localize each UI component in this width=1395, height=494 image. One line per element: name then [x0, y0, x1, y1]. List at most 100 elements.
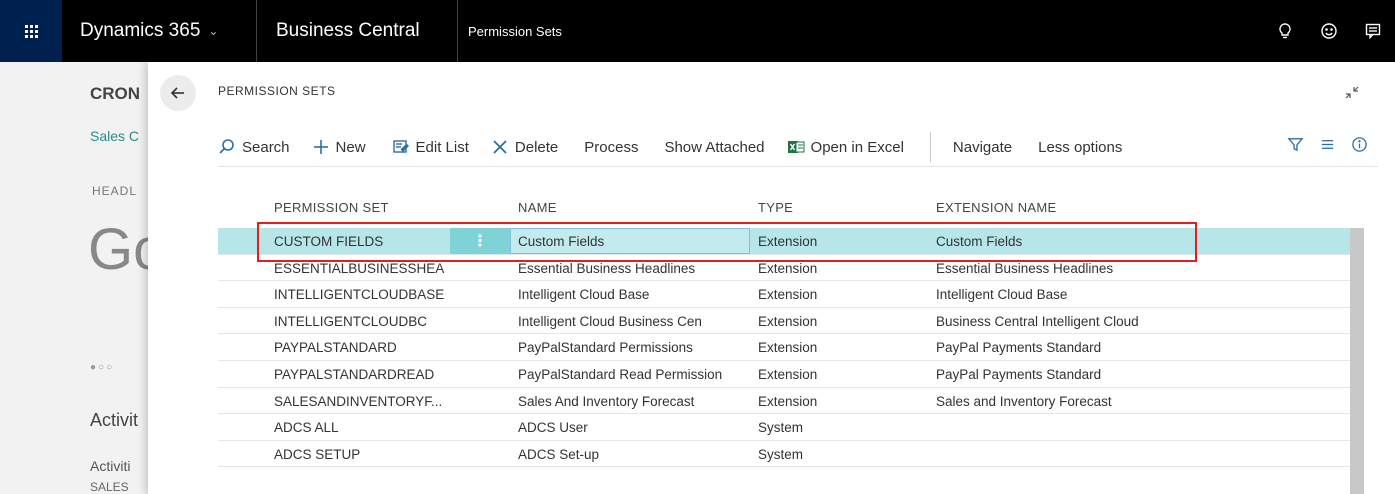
- new-label: New: [335, 138, 366, 156]
- table-row[interactable]: ADCS SETUP ADCS Set-up System: [218, 441, 1350, 468]
- column-header-type[interactable]: TYPE: [758, 200, 793, 215]
- edit-list-icon: [392, 140, 409, 153]
- collapse-icon: [1345, 86, 1359, 99]
- action-separator: [929, 132, 931, 162]
- cell-permission-set[interactable]: PAYPALSTANDARDREAD: [274, 367, 434, 382]
- lightbulb-button[interactable]: [1263, 0, 1307, 62]
- filter-icon: [1286, 138, 1304, 152]
- table-row[interactable]: PAYPALSTANDARDREAD PayPalStandard Read P…: [218, 361, 1350, 388]
- less-options-button[interactable]: Less options: [1038, 139, 1122, 156]
- open-in-excel-label: Open in Excel: [810, 138, 904, 156]
- cell-type: Extension: [758, 260, 818, 276]
- info-icon: [1351, 137, 1367, 152]
- show-attached-label: Show Attached: [664, 138, 765, 156]
- carousel-dots[interactable]: ●○○: [90, 362, 114, 373]
- delete-icon: [493, 140, 507, 154]
- chat-button[interactable]: [1351, 0, 1395, 62]
- app-name-label: Business Central: [276, 20, 420, 41]
- permission-sets-panel: PERMISSION SETS Search New Edit List Del…: [148, 62, 1395, 494]
- column-header-extension-name[interactable]: EXTENSION NAME: [936, 200, 1057, 215]
- arrow-left-icon: [170, 87, 184, 99]
- waffle-icon: [24, 24, 38, 38]
- cell-name: PayPalStandard Read Permission: [518, 366, 723, 382]
- app-launcher-button[interactable]: [0, 0, 62, 62]
- headline-label: HEADL: [92, 184, 138, 198]
- smiley-icon: [1321, 23, 1337, 39]
- sales-label: SALES: [90, 480, 129, 494]
- process-label: Process: [584, 138, 639, 156]
- cell-name: Intelligent Cloud Base: [518, 287, 650, 303]
- collapse-button[interactable]: [1343, 84, 1361, 102]
- table-body: ⋮ CUSTOM FIELDS Custom Fields Extension …: [218, 228, 1350, 468]
- list-view-button[interactable]: [1311, 136, 1343, 153]
- product-name: Dynamics 365: [80, 20, 201, 41]
- cell-type: Extension: [758, 366, 818, 382]
- cell-name: Intelligent Cloud Business Cen: [518, 313, 702, 329]
- new-button[interactable]: New: [312, 138, 366, 156]
- open-in-excel-button[interactable]: Open in Excel: [787, 138, 904, 156]
- process-menu[interactable]: Process: [584, 139, 638, 156]
- info-button[interactable]: [1343, 136, 1375, 153]
- table-row[interactable]: ESSENTIALBUSINESSHEA Essential Business …: [218, 255, 1350, 282]
- delete-button[interactable]: Delete: [491, 138, 558, 156]
- activities-subtitle: Activiti: [90, 458, 131, 474]
- cell-extension-name: PayPal Payments Standard: [936, 340, 1102, 356]
- row-menu-button[interactable]: ⋮: [450, 228, 510, 254]
- feedback-smiley-button[interactable]: [1307, 0, 1351, 62]
- app-name[interactable]: Business Central: [258, 0, 458, 62]
- list-icon: [1321, 140, 1333, 149]
- lightbulb-icon: [1279, 23, 1291, 39]
- table-row[interactable]: SALESANDINVENTORYF... Sales And Inventor…: [218, 388, 1350, 415]
- scrollbar[interactable]: [1350, 228, 1364, 494]
- less-options-label: Less options: [1038, 138, 1123, 156]
- cell-type: System: [758, 420, 804, 436]
- column-header-permission-set[interactable]: PERMISSION SET: [274, 200, 389, 215]
- cell-permission-set[interactable]: INTELLIGENTCLOUDBASE: [274, 287, 444, 302]
- column-header-name[interactable]: NAME: [518, 200, 557, 215]
- excel-icon: [787, 141, 805, 153]
- show-attached-button[interactable]: Show Attached: [664, 139, 764, 156]
- table-row[interactable]: PAYPALSTANDARD PayPalStandard Permission…: [218, 334, 1350, 361]
- action-bar: Search New Edit List Delete Process Show…: [218, 132, 1148, 162]
- back-button[interactable]: [160, 75, 196, 111]
- table-row[interactable]: ⋮ CUSTOM FIELDS Custom Fields Extension …: [218, 228, 1350, 255]
- activities-title: Activit: [90, 410, 139, 430]
- cell-permission-set[interactable]: ADCS SETUP: [274, 447, 360, 462]
- table-header: PERMISSION SET NAME TYPE EXTENSION NAME: [218, 192, 1348, 222]
- product-switcher[interactable]: Dynamics 365 ⌄: [62, 0, 257, 62]
- edit-list-label: Edit List: [415, 138, 469, 156]
- cell-name[interactable]: Custom Fields: [518, 234, 604, 249]
- top-bar-icons: [1263, 0, 1395, 62]
- table-row[interactable]: ADCS ALL ADCS User System: [218, 414, 1350, 441]
- cell-permission-set[interactable]: ADCS ALL: [274, 420, 339, 435]
- cell-permission-set[interactable]: CUSTOM FIELDS: [274, 234, 383, 249]
- cell-permission-set[interactable]: ESSENTIALBUSINESSHEA: [274, 261, 444, 276]
- cell-name: ADCS Set-up: [518, 446, 600, 462]
- cell-permission-set[interactable]: SALESANDINVENTORYF...: [274, 394, 442, 409]
- plus-icon: [313, 140, 328, 154]
- navigate-label: Navigate: [952, 138, 1013, 156]
- navigate-menu[interactable]: Navigate: [953, 139, 1012, 156]
- sales-link[interactable]: Sales C: [90, 128, 139, 144]
- cell-extension-name: Business Central Intelligent Cloud: [936, 313, 1139, 329]
- cell-name: ADCS User: [518, 420, 588, 436]
- page-breadcrumb: Permission Sets: [458, 0, 562, 62]
- cell-permission-set[interactable]: INTELLIGENTCLOUDBC: [274, 314, 427, 329]
- cell-extension-name: Custom Fields: [936, 234, 1023, 249]
- action-bar-divider: [218, 166, 1378, 167]
- search-button[interactable]: Search: [218, 138, 290, 156]
- cell-name: Essential Business Headlines: [518, 260, 696, 276]
- edit-list-button[interactable]: Edit List: [392, 138, 469, 156]
- cell-permission-set[interactable]: PAYPALSTANDARD: [274, 340, 397, 355]
- chat-icon: [1365, 23, 1381, 40]
- cell-extension-name: PayPal Payments Standard: [936, 366, 1102, 382]
- cell-type: Extension: [758, 287, 818, 303]
- table-row[interactable]: INTELLIGENTCLOUDBASE Intelligent Cloud B…: [218, 281, 1350, 308]
- table-row[interactable]: INTELLIGENTCLOUDBC Intelligent Cloud Bus…: [218, 308, 1350, 335]
- top-bar: Dynamics 365 ⌄ Business Central Permissi…: [0, 0, 1395, 62]
- cell-type: Extension: [758, 393, 818, 409]
- cell-type: Extension: [758, 234, 818, 249]
- cell-type: Extension: [758, 340, 818, 356]
- filter-button[interactable]: [1279, 136, 1311, 153]
- cell-extension-name: Sales and Inventory Forecast: [936, 393, 1112, 409]
